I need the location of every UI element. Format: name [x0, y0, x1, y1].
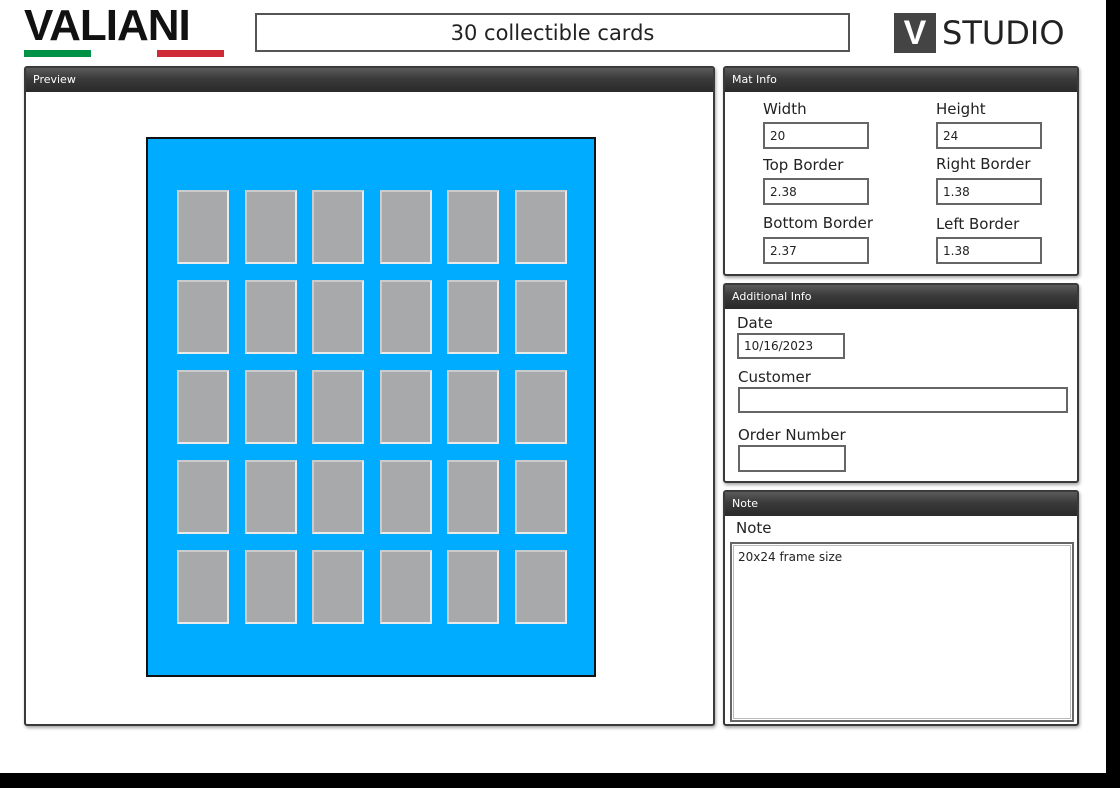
top-border-input[interactable]: [763, 178, 869, 205]
mat-opening[interactable]: [515, 460, 567, 534]
order-number-label: Order Number: [738, 426, 846, 444]
valiani-logo: VALIANI: [24, 1, 225, 58]
left-border-input[interactable]: [936, 237, 1042, 264]
width-label: Width: [763, 100, 807, 118]
valiani-logo-text: VALIANI: [24, 1, 191, 50]
project-title: 30 collectible cards: [255, 13, 850, 52]
mat-opening[interactable]: [447, 190, 499, 264]
customer-label: Customer: [738, 368, 811, 386]
note-panel: Note Note 20x24 frame size: [723, 490, 1079, 726]
mat-opening[interactable]: [447, 280, 499, 354]
vstudio-logo: V STUDIO: [894, 12, 1065, 54]
mat-preview[interactable]: [146, 137, 596, 677]
bottom-black-bar: [0, 773, 1120, 788]
mat-opening[interactable]: [177, 370, 229, 444]
mat-opening[interactable]: [380, 190, 432, 264]
mat-opening[interactable]: [177, 550, 229, 624]
mat-opening[interactable]: [177, 460, 229, 534]
order-number-input[interactable]: [738, 445, 846, 472]
mat-opening[interactable]: [312, 550, 364, 624]
mat-opening[interactable]: [447, 460, 499, 534]
mat-opening[interactable]: [515, 550, 567, 624]
right-black-bar: [1106, 0, 1120, 788]
mat-opening[interactable]: [380, 370, 432, 444]
height-input[interactable]: [936, 122, 1042, 149]
bottom-border-label: Bottom Border: [763, 214, 874, 232]
mat-opening[interactable]: [447, 370, 499, 444]
note-label: Note: [736, 519, 772, 537]
width-input[interactable]: [763, 122, 869, 149]
mat-opening[interactable]: [515, 370, 567, 444]
preview-panel-header: Preview: [26, 68, 713, 92]
preview-panel: Preview: [24, 66, 715, 726]
mat-opening[interactable]: [312, 460, 364, 534]
mat-opening[interactable]: [245, 370, 297, 444]
mat-opening[interactable]: [245, 280, 297, 354]
mat-info-panel: Mat Info Width Height Top Border Right B…: [723, 66, 1079, 276]
mat-opening[interactable]: [312, 280, 364, 354]
left-border-label: Left Border: [936, 215, 1020, 233]
additional-info-panel-header: Additional Info: [725, 285, 1077, 309]
mat-opening[interactable]: [515, 280, 567, 354]
mat-opening[interactable]: [380, 550, 432, 624]
top-border-label: Top Border: [763, 156, 844, 174]
mat-opening[interactable]: [177, 280, 229, 354]
italian-flag-stripe: [24, 50, 225, 57]
mat-opening[interactable]: [312, 190, 364, 264]
right-border-input[interactable]: [936, 178, 1042, 205]
mat-opening[interactable]: [380, 280, 432, 354]
note-panel-header: Note: [725, 492, 1077, 516]
flag-red-stripe: [157, 50, 225, 57]
mat-opening[interactable]: [380, 460, 432, 534]
date-label: Date: [737, 314, 773, 332]
mat-opening[interactable]: [312, 370, 364, 444]
mat-opening[interactable]: [447, 550, 499, 624]
customer-input[interactable]: [738, 387, 1068, 413]
vstudio-logo-text: STUDIO: [942, 14, 1065, 52]
mat-info-panel-header: Mat Info: [725, 68, 1077, 92]
mat-opening[interactable]: [245, 460, 297, 534]
flag-white-stripe: [90, 50, 158, 57]
height-label: Height: [936, 100, 986, 118]
note-textarea[interactable]: 20x24 frame size: [730, 542, 1074, 722]
mat-opening[interactable]: [177, 190, 229, 264]
mat-opening[interactable]: [515, 190, 567, 264]
flag-green-stripe: [24, 50, 91, 57]
additional-info-panel: Additional Info Date Customer Order Numb…: [723, 283, 1079, 483]
right-border-label: Right Border: [936, 155, 1031, 173]
date-input[interactable]: [737, 333, 845, 359]
vstudio-v-mark: V: [894, 13, 936, 53]
mat-opening[interactable]: [245, 190, 297, 264]
mat-opening[interactable]: [245, 550, 297, 624]
bottom-border-input[interactable]: [763, 237, 869, 264]
